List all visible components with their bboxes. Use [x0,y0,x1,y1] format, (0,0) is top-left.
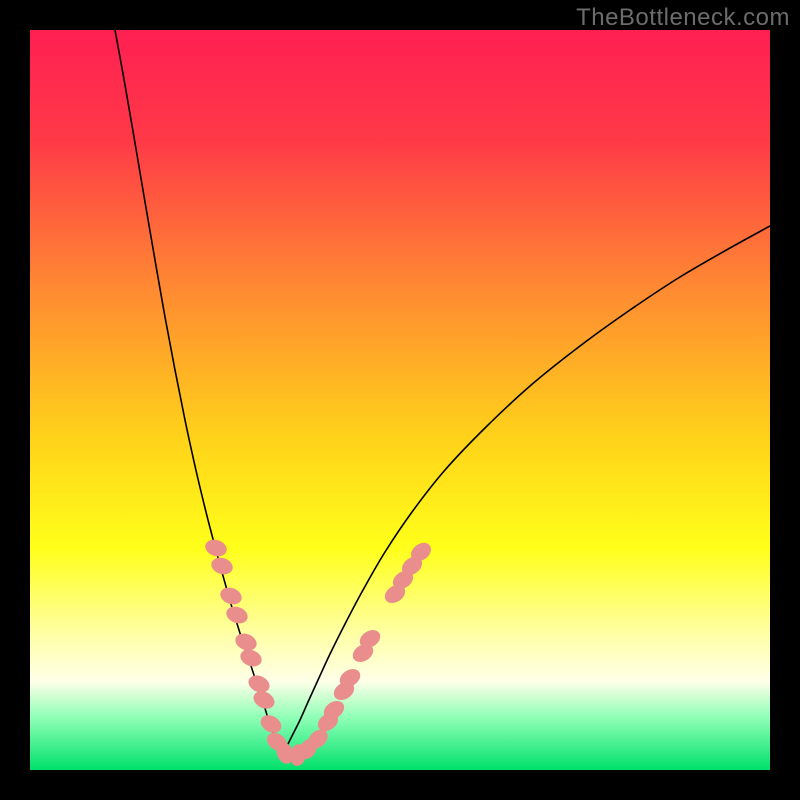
chart-frame [30,30,770,770]
gradient-background [30,30,770,770]
bottleneck-chart [30,30,770,770]
watermark-text: TheBottleneck.com [576,4,790,32]
